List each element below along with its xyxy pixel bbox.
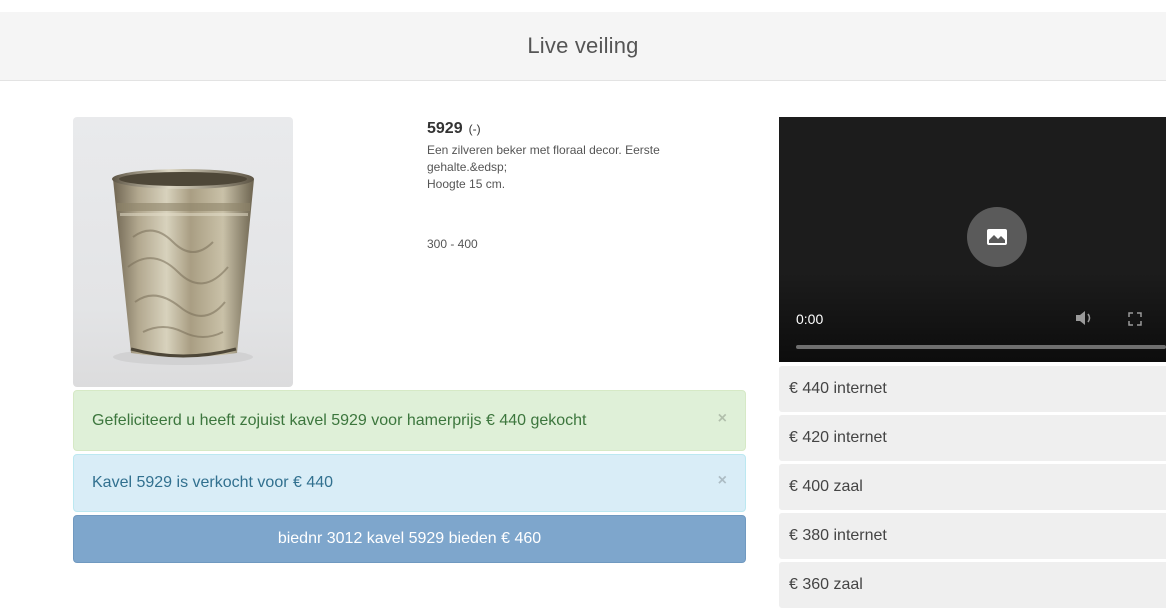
bid-history-list: € 440 internet € 420 internet € 400 zaal… [779, 366, 1166, 611]
success-alert: Gefeliciteerd u heeft zojuist kavel 5929… [73, 390, 746, 451]
video-time: 0:00 [796, 311, 824, 327]
place-bid-button[interactable]: biednr 3012 kavel 5929 bieden € 460 [73, 515, 746, 563]
lot-estimate: 300 - 400 [427, 237, 478, 251]
lot-status: (-) [468, 122, 481, 136]
lot-number: 5929 [427, 120, 463, 137]
lot-info: 5929 (-) Een zilveren beker met floraal … [427, 120, 747, 251]
success-alert-text: Gefeliciteerd u heeft zojuist kavel 5929… [92, 411, 587, 429]
lot-description-line: gehalte.&edsp; [427, 160, 508, 174]
lot-description-line: Een zilveren beker met floraal decor. Ee… [427, 143, 660, 157]
bid-history-item: € 380 internet [779, 513, 1166, 559]
info-alert: Kavel 5929 is verkocht voor € 440 × [73, 454, 746, 512]
page-header: Live veiling [0, 12, 1166, 81]
video-player[interactable]: 0:00 [779, 117, 1166, 362]
close-icon[interactable]: × [718, 410, 727, 428]
page-title: Live veiling [527, 33, 639, 58]
close-icon[interactable]: × [718, 472, 727, 490]
bid-history-item: € 420 internet [779, 415, 1166, 461]
lot-description: Een zilveren beker met floraal decor. Ee… [427, 142, 747, 193]
bid-history-item: € 400 zaal [779, 464, 1166, 510]
bid-history-item: € 440 internet [779, 366, 1166, 412]
bid-history-item: € 360 zaal [779, 562, 1166, 608]
volume-icon[interactable] [1075, 310, 1095, 331]
video-progress-bar[interactable] [796, 345, 1166, 349]
fullscreen-icon[interactable] [1128, 312, 1142, 331]
lot-image [73, 117, 293, 387]
play-icon[interactable] [967, 207, 1027, 267]
info-alert-text: Kavel 5929 is verkocht voor € 440 [92, 474, 334, 491]
lot-description-line: Hoogte 15 cm. [427, 177, 506, 191]
silver-beaker-photo [112, 169, 254, 365]
